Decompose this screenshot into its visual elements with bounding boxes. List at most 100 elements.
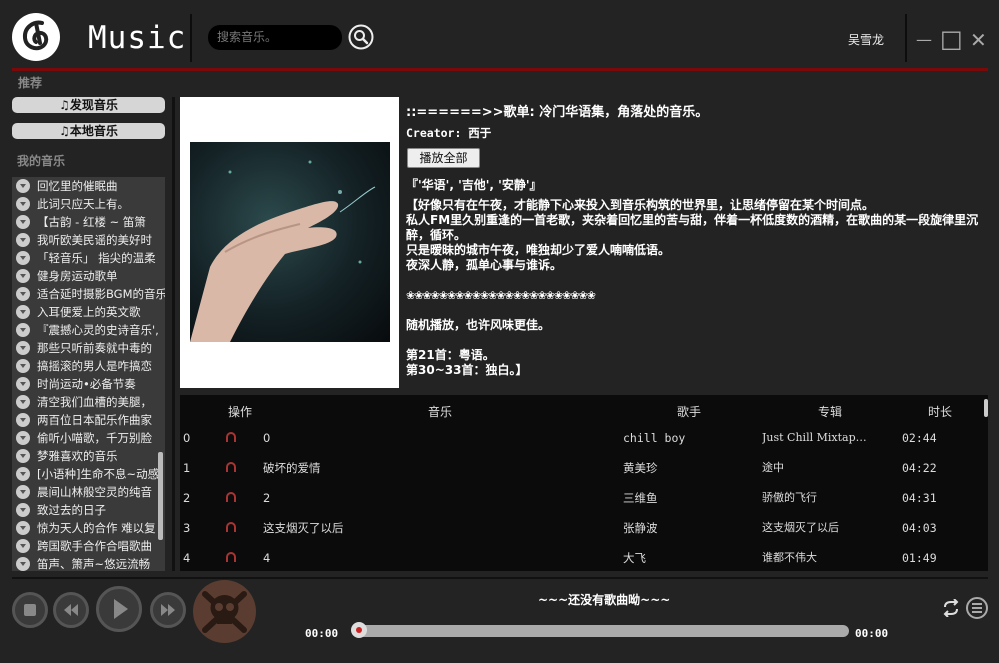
playlist-item[interactable]: 那些只听前奏就中毒的 [12,339,165,357]
song-duration: 04:03 [902,521,937,535]
skull-avatar-icon[interactable] [193,580,256,643]
playlist-icon [16,287,30,301]
playlist-item[interactable]: 两百位日本配乐作曲家 [12,411,165,429]
column-header-action[interactable]: 操作 [228,403,252,420]
search-button[interactable] [348,24,374,50]
next-icon [161,604,175,616]
headphones-icon[interactable] [226,462,236,472]
maximize-button[interactable]: □ [940,25,963,53]
playlist-item[interactable]: 『震撼心灵的史诗音乐', [12,321,165,339]
column-header-music[interactable]: 音乐 [428,403,452,420]
local-music-button[interactable]: ♫本地音乐 [12,123,165,139]
songs-table: 操作 音乐 歌手 专辑 时长 0 0 chill boy Just Chill Mix… [180,395,988,571]
playlist-item[interactable]: 惊为天人的合作 难以复 [12,519,165,537]
playlist-item[interactable]: 「轻音乐」 指尖的温柔 [12,249,165,267]
username[interactable]: 吴雪龙 [848,31,884,48]
description-line: 只是暧昧的城市午夜，唯独却少了爱人喃喃低语。 [406,243,671,257]
song-index: 4 [183,551,191,565]
table-row[interactable]: 0 0 chill boy Just Chill Mixtap… 02:44 [180,423,980,453]
playlist-title: ::======>>歌单: 冷门华语集，角落处的音乐。 [406,105,709,120]
headphones-icon[interactable] [226,522,236,532]
song-title: 4 [263,551,271,565]
table-scrollbar[interactable] [984,399,988,417]
playlist-item[interactable]: 梦雅喜欢的音乐 [12,447,165,465]
playlist-icon [16,449,30,463]
headphones-icon[interactable] [226,492,236,502]
current-time: 00:00 [305,627,339,640]
playlist-item[interactable]: 晨间山林般空灵的纯音 [12,483,165,501]
song-index: 2 [183,491,191,505]
playlist-item[interactable]: 偷听小喵歌，千万别脸 [12,429,165,447]
discover-music-button[interactable]: ♫发现音乐 [12,97,165,113]
play-all-button[interactable]: 播放全部 [407,148,480,168]
playlist-icon [16,557,30,571]
table-row[interactable]: 1 破坏的爱情 黄美珍 途中 04:22 [180,453,980,483]
playlist-item[interactable]: 致过去的日子 [12,501,165,519]
playlist-icon [16,539,30,553]
description-line: 第21首：粤语。 [406,348,495,362]
play-button[interactable] [96,586,142,632]
song-index: 3 [183,521,191,535]
playlist-item[interactable]: 回忆里的催眠曲 [12,177,165,195]
previous-button[interactable] [53,592,89,628]
headphones-icon[interactable] [226,432,236,442]
playlist-item[interactable]: 时尚运动•必备节奏 [12,375,165,393]
total-time: 00:00 [855,627,889,640]
table-row[interactable]: 3 这支烟灭了以后 张静波 这支烟灭了以后 04:03 [180,513,980,543]
song-duration: 02:44 [902,431,937,445]
playlist-item[interactable]: 清空我们血槽的美腿， [12,393,165,411]
playlist-item[interactable]: [小语种]生命不息~动感 [12,465,165,483]
playlist-scrollbar[interactable] [158,452,163,540]
previous-icon [64,604,78,616]
playlist-item[interactable]: 笛声、箫声~悠远流畅 [12,555,165,571]
search-icon [348,24,374,50]
stop-icon [24,604,36,616]
headphones-icon[interactable] [226,552,236,562]
column-header-duration[interactable]: 时长 [928,403,952,420]
recommend-title: 推荐 [18,76,43,90]
play-icon [114,599,128,619]
playlist-item-label: 搞摇滚的男人是咋搞恋 [37,359,152,373]
playlist-item[interactable]: 此词只应天上有。 [12,195,165,213]
column-header-album[interactable]: 专辑 [818,403,842,420]
table-row[interactable]: 2 2 三维鱼 骄傲的飞行 04:31 [180,483,980,513]
playlist-icon [16,503,30,517]
divider [12,577,988,579]
column-header-artist[interactable]: 歌手 [677,403,701,420]
playlist-item[interactable]: 跨国歌手合作合唱歌曲 [12,537,165,555]
playlist-icon [16,521,30,535]
stop-button[interactable] [12,592,48,628]
song-index: 0 [183,431,191,445]
app-logo-icon [12,13,60,61]
song-title: 0 [263,431,271,445]
song-duration: 04:31 [902,491,937,505]
skull-icon [202,591,247,633]
playlist-item[interactable]: 我听欧美民谣的美好时 [12,231,165,249]
my-music-title: 我的音乐 [17,154,66,168]
playlist-item-label: 「轻音乐」 指尖的温柔 [37,251,156,265]
playlist-icon [16,215,30,229]
playlist-item[interactable]: 【古韵 - 红楼 ~ 笛箫 [12,213,165,231]
playlist-item-label: 清空我们血槽的美腿， [37,395,152,409]
loop-mode-icon[interactable] [942,599,960,617]
playlist-queue-button[interactable] [966,597,988,619]
playlist-item[interactable]: 适合延时摄影BGM的音乐 [12,285,165,303]
playlist-item-label: 健身房运动歌单 [37,269,118,283]
playlist-item[interactable]: 搞摇滚的男人是咋搞恋 [12,357,165,375]
close-button[interactable]: ✕ [970,28,987,52]
table-row[interactable]: 4 4 大飞 谁都不伟大 01:49 [180,543,980,571]
song-title: 2 [263,491,271,505]
progress-bar[interactable] [358,625,849,637]
song-artist: 大飞 [623,551,646,565]
playlist-item[interactable]: 健身房运动歌单 [12,267,165,285]
description-line: 【好像只有在午夜，才能静下心来投入到音乐构筑的世界里，让思绪停留在某个时间点。 [406,198,875,212]
playlist-item-label: 【古韵 - 红楼 ~ 笛箫 [37,215,146,229]
playlist-item[interactable]: 入耳便爱上的英文歌 [12,303,165,321]
next-button[interactable] [150,592,186,628]
search-input[interactable]: 搜索音乐。 [208,25,342,50]
progress-knob[interactable] [351,622,367,638]
playlist-creator: Creator: 西于 [406,126,492,140]
app-title: Music [88,20,187,56]
minimize-button[interactable]: — [916,30,932,49]
divider [190,14,192,62]
